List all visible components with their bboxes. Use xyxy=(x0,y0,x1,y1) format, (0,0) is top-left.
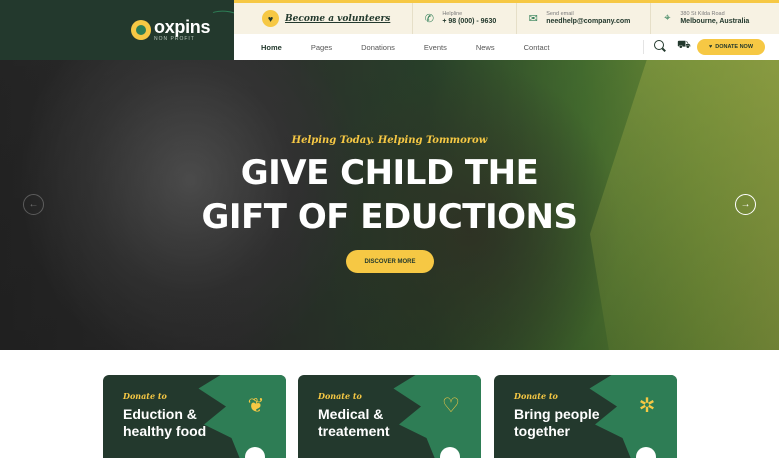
logo-block[interactable]: oxpins NON PROFIT xyxy=(0,0,234,60)
swirl-decoration xyxy=(194,2,234,60)
divider xyxy=(650,3,652,34)
cart-icon[interactable]: ⛟ xyxy=(677,40,691,51)
card-title-line2: treatement xyxy=(318,423,390,439)
nav-item-contact[interactable]: Contact xyxy=(524,43,550,52)
arrow-left-icon: ← xyxy=(28,199,39,210)
logo-tagline: NON PROFIT xyxy=(154,36,195,42)
card-kicker: Donate to xyxy=(318,391,362,401)
hero-title-line2: GIFT OF EDUCTIONS xyxy=(201,197,578,237)
card-title-line2: together xyxy=(514,423,570,439)
location-pin-icon: ⌖ xyxy=(664,12,671,24)
nav-item-news[interactable]: News xyxy=(476,43,495,52)
card-title-line1: Bring people xyxy=(514,406,600,422)
card-kicker: Donate to xyxy=(123,391,167,401)
divider xyxy=(412,3,414,34)
nav-item-events[interactable]: Events xyxy=(424,43,447,52)
donation-cards: Donate to Eduction & healthy food ❦ Dona… xyxy=(0,350,779,458)
hero-slider: Helping Today. Helping Tommorow GIVE CHI… xyxy=(0,60,779,350)
card-title: Bring people together xyxy=(514,406,634,440)
main-nav: Home Pages Donations Events News Contact… xyxy=(234,34,779,60)
info-bar: ♥ Become a volunteers ✆ Helpline + 98 (0… xyxy=(234,3,779,34)
heart-icon: ♥ xyxy=(262,10,279,27)
helpline-label: Helpline xyxy=(442,10,463,17)
card-title: Medical & treatement xyxy=(318,406,438,440)
donate-now-label: DONATE NOW xyxy=(715,44,754,50)
address-line1: 380 St Kilda Road xyxy=(680,10,725,17)
email-icon: ✉ xyxy=(528,13,538,25)
helpline-value[interactable]: + 98 (000) - 9630 xyxy=(442,18,496,27)
card-kicker: Donate to xyxy=(514,391,558,401)
arrow-right-icon: → xyxy=(740,199,751,210)
card-education[interactable]: Donate to Eduction & healthy food ❦ xyxy=(103,375,286,458)
address-info: ⌖ 380 St Kilda Road Melbourne, Australia xyxy=(661,11,749,27)
volunteer-link[interactable]: ♥ Become a volunteers xyxy=(262,10,390,27)
email-value[interactable]: needhelp@company.com xyxy=(546,18,630,27)
email-label: Send email xyxy=(546,10,574,17)
nav-divider xyxy=(643,40,644,54)
divider xyxy=(516,3,518,34)
card-community[interactable]: Donate to Bring people together ✲ xyxy=(494,375,677,458)
donate-now-button[interactable]: ♥ DONATE NOW xyxy=(697,39,765,55)
card-title-line1: Eduction & xyxy=(123,406,197,422)
address-line2: Melbourne, Australia xyxy=(680,17,750,25)
logo-icon xyxy=(131,20,151,40)
nav-item-pages[interactable]: Pages xyxy=(311,43,332,52)
email-info[interactable]: ✉ Send email needhelp@company.com xyxy=(527,10,631,27)
card-title: Eduction & healthy food xyxy=(123,406,243,440)
discover-more-button[interactable]: DISCOVER MORE xyxy=(346,250,434,273)
page: oxpins NON PROFIT ♥ Become a volunteers … xyxy=(0,0,779,458)
card-title-line1: Medical & xyxy=(318,406,384,422)
heart-icon: ♥ xyxy=(708,44,713,50)
phone-icon: ✆ xyxy=(424,13,434,25)
nav-item-home[interactable]: Home xyxy=(261,43,282,52)
search-icon[interactable] xyxy=(654,40,666,52)
hero-title-line1: GIVE CHILD THE xyxy=(240,153,539,193)
hero-tagline: Helping Today. Helping Tommorow xyxy=(291,135,488,146)
slider-prev-button[interactable]: ← xyxy=(23,194,44,215)
people-together-icon: ✲ xyxy=(638,395,656,417)
nav-item-donations[interactable]: Donations xyxy=(361,43,395,52)
card-title-line2: healthy food xyxy=(123,423,207,439)
card-medical[interactable]: Donate to Medical & treatement ♡ xyxy=(298,375,481,458)
slider-next-button[interactable]: → xyxy=(735,194,756,215)
heart-hand-icon: ♡ xyxy=(442,395,460,417)
volunteer-label[interactable]: Become a volunteers xyxy=(285,14,390,24)
helpline-info[interactable]: ✆ Helpline + 98 (000) - 9630 xyxy=(423,10,497,27)
apple-books-icon: ❦ xyxy=(247,395,265,417)
nav-links: Home Pages Donations Events News Contact xyxy=(261,43,578,52)
